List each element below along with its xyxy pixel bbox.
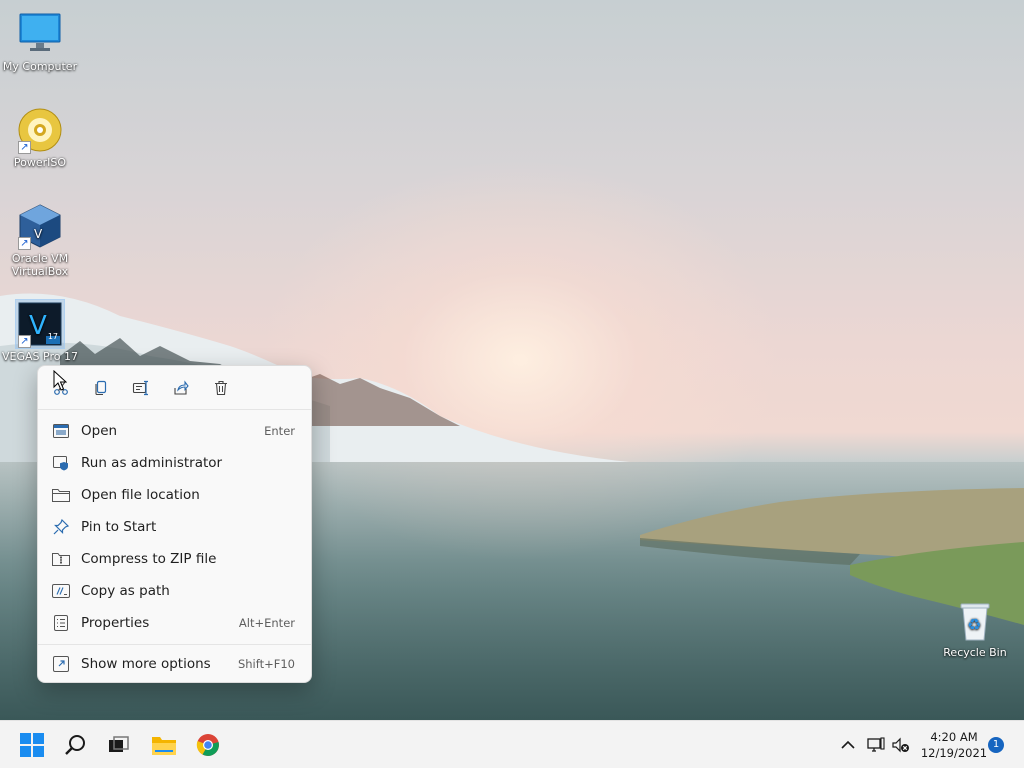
desktop-icon-label: PowerISO bbox=[13, 156, 67, 169]
monitor-icon bbox=[16, 10, 64, 58]
show-hidden-icons-chevron-up-icon[interactable] bbox=[838, 735, 858, 755]
desktop-icon-virtualbox[interactable]: V ↗ Oracle VM VirtualBox bbox=[0, 202, 80, 278]
rename-icon[interactable] bbox=[129, 377, 153, 399]
virtualbox-cube-icon: V ↗ bbox=[16, 202, 64, 250]
menu-item-run-as-admin[interactable]: Run as administrator bbox=[42, 448, 307, 478]
desktop-icon-label: My Computer bbox=[2, 60, 78, 73]
menu-separator bbox=[38, 644, 311, 645]
delete-icon[interactable] bbox=[209, 377, 233, 399]
mouse-cursor-icon bbox=[53, 370, 67, 391]
volume-muted-icon[interactable] bbox=[891, 735, 911, 755]
svg-text:V: V bbox=[34, 227, 43, 241]
context-menu-quick-actions bbox=[38, 366, 311, 410]
file-explorer-button[interactable] bbox=[146, 727, 182, 763]
chrome-icon bbox=[196, 734, 219, 756]
clock-date: 12/19/2021 bbox=[920, 746, 988, 760]
chrome-button[interactable] bbox=[190, 727, 226, 763]
shield-icon bbox=[52, 454, 70, 472]
svg-text:♻: ♻ bbox=[967, 615, 981, 634]
system-clock[interactable]: 4:20 AM 12/19/2021 bbox=[918, 729, 990, 761]
menu-item-open[interactable]: Open Enter bbox=[42, 416, 307, 446]
zip-icon bbox=[52, 550, 70, 568]
start-button[interactable] bbox=[14, 727, 50, 763]
menu-item-open-file-location[interactable]: Open file location bbox=[42, 480, 307, 510]
notification-badge[interactable]: 1 bbox=[988, 737, 1004, 753]
recycle-bin-icon: ♻ bbox=[951, 596, 999, 644]
share-icon[interactable] bbox=[169, 377, 193, 399]
task-view-button[interactable] bbox=[101, 727, 137, 763]
menu-item-compress-zip[interactable]: Compress to ZIP file bbox=[42, 544, 307, 574]
properties-icon bbox=[52, 614, 70, 632]
desktop-icon-label: Recycle Bin bbox=[943, 646, 1007, 659]
context-menu: Open Enter Run as administrator Open fil… bbox=[37, 365, 312, 683]
pin-icon bbox=[52, 518, 70, 536]
shortcut-arrow-icon: ↗ bbox=[18, 335, 31, 348]
path-icon bbox=[52, 582, 70, 600]
clock-time: 4:20 AM bbox=[930, 730, 978, 744]
open-window-icon bbox=[52, 422, 70, 440]
folder-icon bbox=[152, 737, 176, 755]
svg-text:V: V bbox=[29, 311, 47, 341]
windows-logo-icon bbox=[20, 733, 44, 757]
search-button[interactable] bbox=[58, 727, 94, 763]
menu-item-pin-to-start[interactable]: Pin to Start bbox=[42, 512, 307, 542]
menu-item-properties[interactable]: Properties Alt+Enter bbox=[42, 608, 307, 638]
task-view-icon bbox=[109, 736, 129, 752]
vegas-version-badge: 17 bbox=[47, 332, 58, 341]
vegas-pro-icon: V 17 ↗ bbox=[15, 299, 65, 349]
desktop-icon-recycle-bin[interactable]: ♻ Recycle Bin bbox=[935, 596, 1015, 659]
taskbar: 4:20 AM 12/19/2021 1 bbox=[0, 720, 1024, 768]
desktop-icon-poweriso[interactable]: ↗ PowerISO bbox=[0, 106, 80, 169]
shortcut-arrow-icon: ↗ bbox=[18, 237, 31, 250]
menu-item-show-more-options[interactable]: Show more options Shift+F10 bbox=[42, 649, 307, 679]
shortcut-arrow-icon: ↗ bbox=[18, 141, 31, 154]
more-options-icon bbox=[52, 655, 70, 673]
desktop-icon-label: Oracle VM VirtualBox bbox=[11, 252, 69, 278]
copy-icon[interactable] bbox=[89, 377, 113, 399]
network-icon[interactable] bbox=[866, 735, 886, 755]
desktop-icon-my-computer[interactable]: My Computer bbox=[0, 10, 80, 73]
folder-icon bbox=[52, 486, 70, 504]
search-icon bbox=[65, 735, 85, 755]
disc-icon: ↗ bbox=[16, 106, 64, 154]
menu-item-copy-as-path[interactable]: Copy as path bbox=[42, 576, 307, 606]
